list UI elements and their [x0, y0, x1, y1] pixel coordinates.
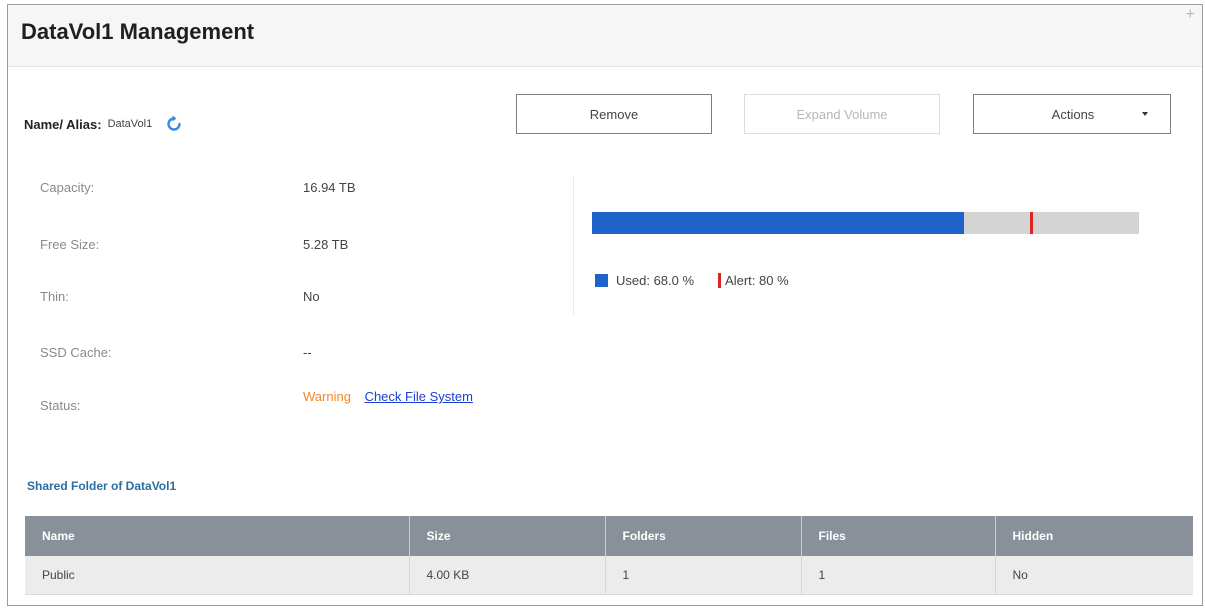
used-swatch-icon	[595, 274, 608, 287]
actions-button-label: Actions	[1051, 106, 1095, 122]
plus-icon[interactable]: +	[1186, 7, 1195, 23]
expand-volume-button-label: Expand Volume	[796, 106, 888, 122]
refresh-icon[interactable]	[164, 114, 184, 134]
usage-legend: Used: 68.0 % Alert: 80 %	[595, 273, 789, 288]
alert-legend-label: Alert: 80 %	[725, 273, 789, 288]
usage-used-fill	[592, 212, 964, 234]
section-divider	[573, 175, 574, 315]
check-file-system-link[interactable]: Check File System	[365, 389, 473, 404]
capacity-value: 16.94 TB	[303, 180, 356, 195]
shared-folder-section-title: Shared Folder of DataVol1	[27, 479, 177, 493]
usage-alert-marker	[1029, 212, 1033, 234]
column-header-files[interactable]: Files	[801, 516, 996, 556]
cell-folders: 1	[605, 556, 802, 595]
usage-bar	[592, 212, 1139, 234]
actions-dropdown-button[interactable]: Actions	[973, 94, 1171, 134]
table-row[interactable]: Public 4.00 KB 1 1 No	[25, 556, 1193, 595]
shared-folder-table: Name Size Folders Files Hidden Public 4.…	[25, 516, 1193, 595]
free-size-label: Free Size:	[40, 237, 100, 252]
column-header-folders[interactable]: Folders	[605, 516, 802, 556]
name-alias-value: DataVol1	[107, 118, 153, 130]
used-legend-label: Used: 68.0 %	[616, 273, 695, 288]
ssd-cache-label: SSD Cache:	[40, 345, 112, 360]
column-header-size[interactable]: Size	[409, 516, 606, 556]
column-header-name[interactable]: Name	[25, 516, 410, 556]
cell-files: 1	[801, 556, 996, 595]
volume-management-window: DataVol1 Management + Name/ Alias: DataV…	[7, 4, 1203, 606]
free-size-value: 5.28 TB	[303, 237, 349, 252]
expand-volume-button[interactable]: Expand Volume	[744, 94, 940, 134]
table-header-row: Name Size Folders Files Hidden	[25, 516, 1193, 556]
remove-button[interactable]: Remove	[516, 94, 712, 134]
status-label: Status:	[40, 398, 81, 413]
status-warning: Warning	[303, 389, 351, 404]
capacity-label: Capacity:	[40, 180, 95, 195]
status-value-row: Warning Check File System	[303, 389, 473, 404]
cell-name: Public	[25, 556, 410, 595]
page-title: DataVol1 Management	[21, 19, 255, 44]
cell-hidden: No	[995, 556, 1193, 595]
alert-marker-icon	[718, 273, 722, 288]
column-header-hidden[interactable]: Hidden	[995, 516, 1193, 556]
thin-label: Thin:	[40, 289, 69, 304]
name-alias-label: Name/ Alias:	[24, 116, 102, 132]
cell-size: 4.00 KB	[409, 556, 606, 595]
caret-down-icon	[1142, 112, 1148, 116]
remove-button-label: Remove	[589, 106, 639, 122]
window-header: DataVol1 Management +	[8, 5, 1202, 67]
name-alias-row: Name/ Alias: DataVol1	[24, 114, 184, 134]
thin-value: No	[303, 289, 320, 304]
ssd-cache-value: --	[303, 345, 312, 360]
